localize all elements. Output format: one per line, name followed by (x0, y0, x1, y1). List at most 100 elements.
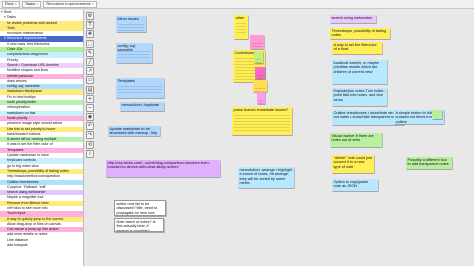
child-line (252, 43, 262, 44)
child-line (256, 62, 261, 63)
close-tab-icon[interactable]: × (92, 1, 94, 7)
outline-row-label: Recursive Improvements (6, 36, 47, 41)
child-line (236, 26, 246, 27)
outline-row-label: Update markdown to have (7, 153, 49, 158)
select-tool-icon[interactable]: ⬚ (86, 39, 94, 48)
sticky-note[interactable]: Visual marker if there are notes out of … (330, 133, 382, 147)
sticky-note[interactable]: A way to set the filtercolor of a float (332, 42, 382, 54)
sticky-note[interactable] (250, 35, 264, 49)
line-tool-icon[interactable]: ╱ (86, 57, 94, 66)
outline-row-label: Touch input (7, 211, 26, 216)
note-text: Update markdown to be structured with ma… (109, 127, 158, 136)
sticky-note[interactable] (432, 110, 442, 119)
outline-row-label: Use this to set priority to hover (7, 126, 56, 131)
outline-row-label: Can cause a jump-up into action (7, 227, 59, 232)
sticky-note[interactable]: Possibly a different tool to add transpa… (406, 157, 452, 169)
outline-row-label: node priority/order (7, 100, 37, 105)
child-line (259, 103, 263, 104)
info-icon[interactable]: i (86, 149, 94, 158)
note-text: Note batch of notes? Is this actually be… (116, 220, 156, 232)
sticky-note[interactable] (253, 80, 267, 92)
close-tab-icon[interactable]: × (14, 1, 16, 7)
outline-row-label: It was to set the filter color of (7, 142, 53, 147)
outline-row-label: add more details to notes (7, 232, 48, 237)
note-children (116, 84, 164, 95)
tab-label: Root (5, 1, 14, 6)
close-tab-icon[interactable]: × (36, 1, 38, 7)
tab-root[interactable]: Root × (2, 0, 20, 8)
sticky-note[interactable]: active root list to be discussed? title,… (114, 200, 166, 216)
sticky-note[interactable]: other (234, 15, 248, 39)
outline-row-label: fix visible problems with clicked (7, 20, 57, 25)
outline-row-label: A way to quickly jump to the correct (7, 216, 64, 221)
note-text: parse branch immediate issues? (233, 108, 289, 112)
text-tool-icon[interactable]: T (86, 21, 94, 30)
note-children (234, 21, 248, 35)
sticky-note[interactable]: config; sql; saveable (116, 43, 152, 63)
pen-tool-icon[interactable]: ✎ (86, 48, 94, 57)
child-line (236, 23, 246, 24)
sticky-note[interactable]: Timestamps, possibility of fading notes (330, 28, 390, 39)
outline-row-label: Line distance (7, 237, 29, 242)
outline-row-label: Timestamps, possibility of fading notes (7, 168, 69, 173)
note-tool-icon[interactable]: ▤ (86, 85, 94, 94)
outline-row-label: Copy/cut: 'Fallback' 'edit' (7, 184, 47, 189)
sticky-note[interactable]: localhost search, or maybe prioritise re… (332, 60, 387, 84)
zoom-in-icon[interactable]: + (86, 94, 94, 103)
child-line (234, 118, 290, 119)
sticky-note[interactable]: http://css-tricks.com/...something-compa… (106, 160, 220, 177)
sticky-note[interactable]: search using webworker (330, 15, 376, 23)
history-icon[interactable]: ⟲ (86, 140, 94, 149)
child-line (235, 64, 263, 65)
tool-palette: ⚙ T ✥ ⬚ ✎ ╱ ↗ ▭ ▤ + − ◉ ↶ ↷ ⟲ i (86, 12, 95, 158)
outline-row-label: 0 new rows, tree-thickness (7, 41, 50, 46)
redo-icon[interactable]: ↷ (86, 131, 94, 140)
note-text: Templates (117, 79, 135, 83)
note-text: Explode/join notes Turn bullet-point lis… (333, 89, 385, 102)
sticky-note[interactable]: menuAction: arrange • highlight a bunch … (238, 167, 294, 188)
note-children (232, 113, 292, 133)
outline-row-label: config; sql; saveable (7, 84, 40, 89)
note-text: menuAction: arrange • highlight a bunch … (239, 168, 293, 186)
sticky-note[interactable]: menuAction: duplicate (120, 102, 164, 111)
sticky-note[interactable]: Minor issues (116, 16, 146, 32)
tab-recursive-improvements[interactable]: Recursive Improvements × (43, 0, 97, 8)
outline-row[interactable]: add hotspots (0, 243, 83, 249)
outline-row-label: Search / Download URL timeline (7, 62, 59, 67)
arrow-tool-icon[interactable]: ↗ (86, 67, 94, 76)
sticky-note[interactable] (257, 92, 265, 104)
zoom-out-icon[interactable]: − (86, 103, 94, 112)
child-line (234, 130, 290, 131)
settings-icon[interactable]: ⚙ (86, 12, 94, 20)
tab-tasks[interactable]: Tasks × (21, 0, 42, 8)
outline-sidebar[interactable]: ▾ Root ▾ Tasks fix visible problems with c… (0, 10, 84, 266)
note-children (255, 73, 265, 79)
sticky-note[interactable]: Option to copy/paste note as JSON (332, 179, 378, 191)
sticky-note[interactable]: Note batch of notes? Is this actually be… (114, 218, 164, 232)
notes-canvas[interactable]: Minor issues config; sql; saveable Templat… (96, 10, 474, 266)
child-line (118, 89, 162, 90)
undo-icon[interactable]: ↶ (86, 122, 94, 131)
sticky-note[interactable] (254, 51, 263, 63)
outline-row-label: http://stackoverflow.com/question (7, 174, 60, 179)
rect-tool-icon[interactable]: ▭ (86, 76, 94, 85)
sticky-note[interactable]: Templates (116, 78, 164, 98)
sticky-note[interactable]: Update markdown to be structured with ma… (108, 126, 160, 136)
note-children (116, 22, 146, 32)
sticky-note[interactable]: "delete" note could just convert it to a… (332, 155, 374, 173)
note-text: active root list to be discussed? title,… (116, 202, 158, 215)
pan-tool-icon[interactable]: ✥ (86, 30, 94, 39)
child-line (118, 51, 150, 52)
outline-row-label: back/forward buttons (7, 131, 41, 136)
note-text: Visual marker if there are notes out of … (331, 134, 374, 143)
note-text: "delete" note could just convert it to a… (333, 156, 373, 169)
child-line (257, 78, 263, 79)
outline-row-label: Todo (7, 25, 15, 30)
sticky-note[interactable] (255, 67, 265, 79)
outline-row-label: Root (3, 10, 12, 14)
color-icon[interactable]: ◉ (86, 113, 94, 122)
sticky-note[interactable]: parse branch immediate issues? (232, 107, 292, 135)
tab-label: Tasks (24, 1, 36, 6)
child-line (118, 54, 150, 55)
sticky-note[interactable]: Explode/join notes Turn bullet-point lis… (332, 88, 387, 106)
